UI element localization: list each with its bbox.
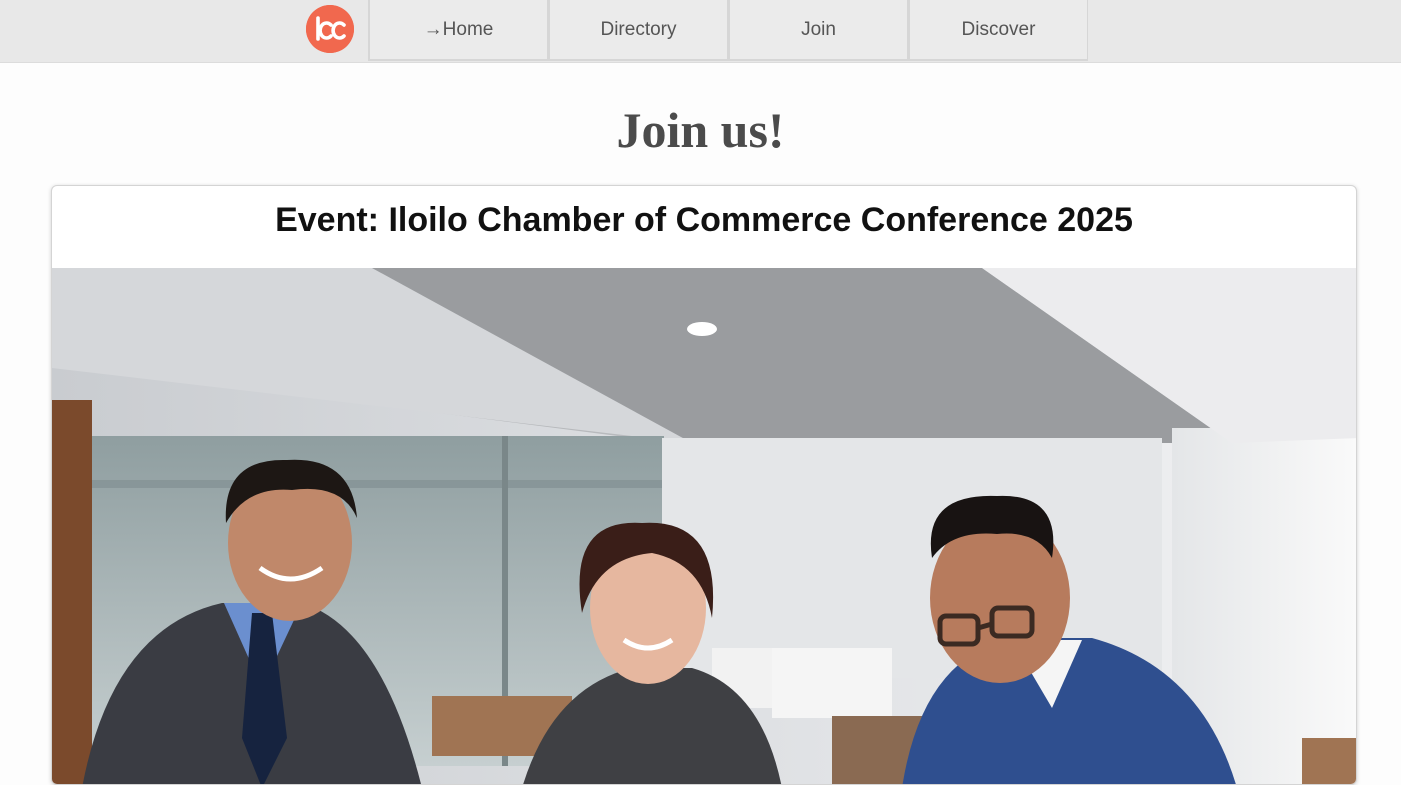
business-meeting-photo xyxy=(52,268,1356,784)
nav-home[interactable]: →Home xyxy=(368,0,548,61)
icc-logo[interactable] xyxy=(306,5,354,53)
event-photo xyxy=(52,268,1356,784)
nav-discover[interactable]: Discover xyxy=(908,0,1088,61)
event-title: Event: Iloilo Chamber of Commerce Confer… xyxy=(275,201,1133,239)
icc-logo-mark xyxy=(306,5,354,53)
nav-directory[interactable]: Directory xyxy=(548,0,728,61)
top-navigation: →Home Directory Join Discover xyxy=(0,0,1401,63)
page-title: Join us! xyxy=(616,102,785,158)
event-card: Event: Iloilo Chamber of Commerce Confer… xyxy=(51,185,1357,785)
nav-join[interactable]: Join xyxy=(728,0,908,61)
